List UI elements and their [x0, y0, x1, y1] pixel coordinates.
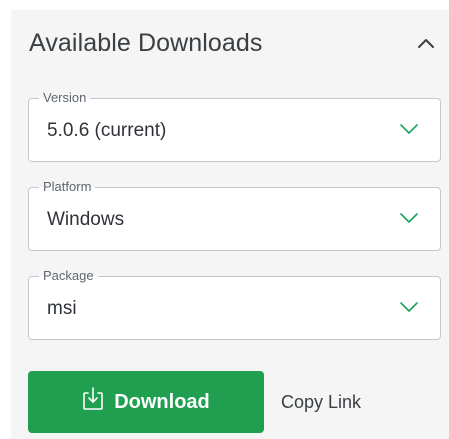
version-value: 5.0.6 (current)	[47, 120, 167, 141]
collapse-button[interactable]	[413, 30, 439, 56]
download-button[interactable]: Download	[28, 371, 264, 433]
platform-value: Windows	[47, 209, 125, 230]
package-label: Package	[39, 268, 98, 284]
version-label: Version	[39, 90, 91, 106]
available-downloads-panel: Available Downloads Version 5.0.6 (curre…	[11, 10, 449, 439]
chevron-down-icon	[400, 213, 418, 223]
copy-link[interactable]: Copy Link	[281, 392, 361, 413]
package-select[interactable]: Package msi	[28, 268, 441, 340]
package-value: msi	[47, 298, 77, 319]
platform-label: Platform	[39, 179, 96, 195]
panel-header: Available Downloads	[29, 26, 449, 66]
chevron-down-icon	[400, 124, 418, 134]
version-select[interactable]: Version 5.0.6 (current)	[28, 90, 441, 162]
chevron-down-icon	[400, 302, 418, 312]
download-label: Download	[114, 390, 210, 413]
chevron-up-icon	[418, 39, 434, 48]
platform-select[interactable]: Platform Windows	[28, 179, 441, 251]
download-icon	[83, 387, 104, 410]
panel-title: Available Downloads	[29, 29, 263, 57]
